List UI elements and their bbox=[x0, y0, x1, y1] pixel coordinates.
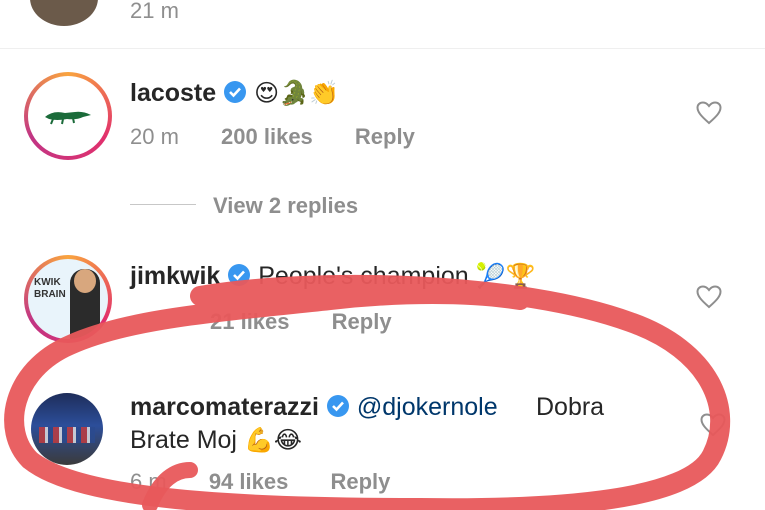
avatar-lacoste[interactable] bbox=[24, 72, 112, 160]
comment-time: 6 m bbox=[130, 469, 167, 494]
comment-meta: 21 likes Reply bbox=[210, 309, 428, 335]
like-heart-icon[interactable] bbox=[696, 101, 722, 125]
mention-link[interactable]: @djokernole bbox=[357, 393, 498, 421]
comment-time: 20 m bbox=[130, 124, 179, 149]
comment-text-line-2: Brate Moj 💪😂 bbox=[130, 425, 302, 455]
comment-text-line: Dobra bbox=[536, 392, 604, 422]
username[interactable]: jimkwik bbox=[130, 262, 220, 290]
username[interactable]: lacoste bbox=[130, 79, 216, 107]
divider bbox=[0, 48, 765, 49]
comment-emojis: 😍🐊👏 bbox=[254, 79, 339, 107]
comment-text-2: Brate Moj bbox=[130, 426, 237, 454]
avatar-photo-detail bbox=[39, 427, 95, 443]
crocodile-icon bbox=[45, 111, 91, 125]
reply-button[interactable]: Reply bbox=[332, 309, 392, 334]
likes-count[interactable]: 200 likes bbox=[221, 124, 313, 149]
like-heart-icon[interactable] bbox=[700, 413, 726, 437]
like-heart-icon[interactable] bbox=[696, 285, 722, 309]
annotation-circle bbox=[4, 274, 731, 510]
comment-line: marcomaterazzi @djokernole bbox=[130, 392, 498, 422]
reply-button[interactable]: Reply bbox=[355, 124, 415, 149]
reply-button[interactable]: Reply bbox=[330, 469, 390, 494]
username[interactable]: marcomaterazzi bbox=[130, 393, 319, 421]
avatar-marcomaterazzi[interactable] bbox=[31, 393, 103, 465]
view-replies-button[interactable]: View 2 replies bbox=[213, 193, 358, 219]
comment-top-partial: 21 m bbox=[0, 0, 765, 48]
verified-badge-icon bbox=[326, 395, 349, 417]
comment-line: jimkwik People's champion 🎾🏆 bbox=[130, 261, 535, 291]
likes-count[interactable]: 21 likes bbox=[210, 309, 290, 334]
comment-meta: 6 m 94 likes Reply bbox=[130, 469, 426, 495]
comment-text-1: Dobra bbox=[536, 393, 605, 421]
verified-badge-icon bbox=[224, 81, 247, 103]
comment-line: lacoste 😍🐊👏 bbox=[130, 78, 339, 108]
avatar-face bbox=[74, 269, 96, 293]
comment-emojis: 🎾🏆 bbox=[475, 262, 536, 290]
verified-badge-icon bbox=[228, 264, 251, 286]
comment-meta: 20 m 200 likes Reply bbox=[130, 124, 451, 150]
view-replies-line bbox=[130, 204, 196, 205]
likes-count[interactable]: 94 likes bbox=[209, 469, 289, 494]
comment-time: 21 m bbox=[130, 0, 179, 23]
comment-text: People's champion bbox=[258, 262, 469, 290]
comment-emojis: 💪😂 bbox=[243, 426, 302, 454]
avatar-jimkwik[interactable]: KWIK BRAIN bbox=[24, 255, 112, 343]
avatar[interactable] bbox=[30, 0, 98, 26]
